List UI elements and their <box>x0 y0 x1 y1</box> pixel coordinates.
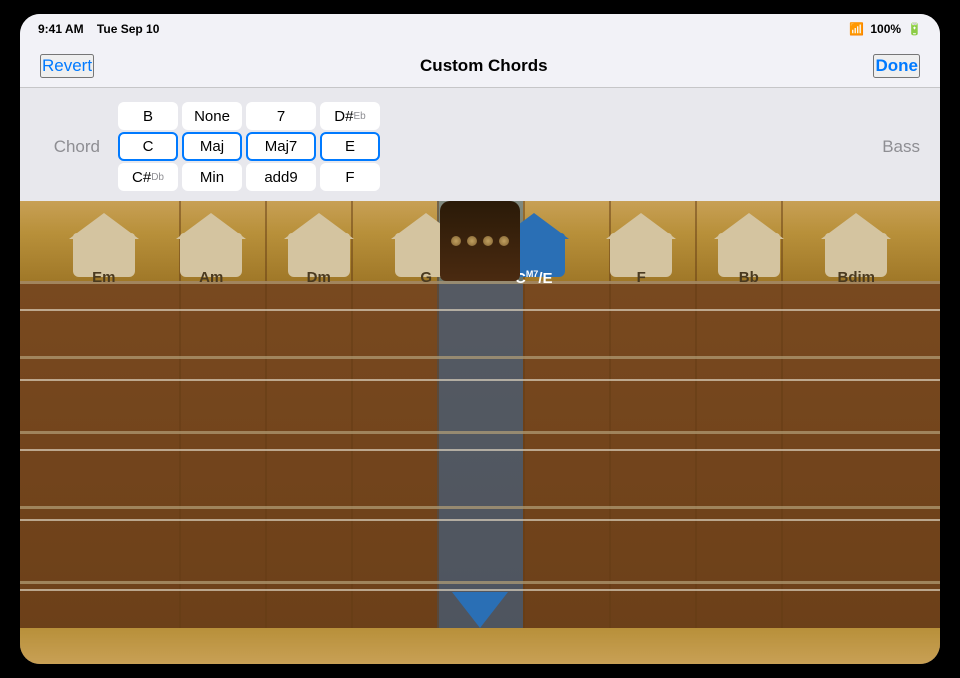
chord-btn-Am[interactable]: Am <box>176 213 246 287</box>
wifi-icon: 📶 <box>849 22 864 36</box>
chord-btn-Dm-label: Dm <box>307 269 331 286</box>
chord-picker: Chord B C C# Db None Maj Min 7 Maj7 add9 <box>20 88 940 201</box>
string-5 <box>20 589 940 591</box>
chord-btn-Bdim[interactable]: Bdim <box>821 213 891 287</box>
guitar-body: Em Am Dm G CM7/E <box>20 201 940 664</box>
chord-btn-Bb[interactable]: Bb <box>714 213 784 287</box>
picker-cell-Dsharp[interactable]: D# Eb <box>320 102 380 130</box>
chord-btn-F-label: F <box>637 269 646 286</box>
chord-btn-Em-label: Em <box>92 269 115 286</box>
chord-btn-Am-label: Am <box>199 269 223 286</box>
chord-btn-Em[interactable]: Em <box>69 213 139 287</box>
tuning-peg-4 <box>499 236 509 246</box>
fret-3 <box>20 506 940 509</box>
picker-col-extension: 7 Maj7 add9 <box>246 102 316 191</box>
string-2 <box>20 379 940 381</box>
fret-2 <box>20 431 940 434</box>
chord-btn-Dm[interactable]: Dm <box>284 213 354 287</box>
picker-cell-maj[interactable]: Maj <box>182 132 242 161</box>
chord-btn-Am-shape <box>176 213 246 277</box>
picker-cell-min[interactable]: Min <box>182 163 242 191</box>
status-time-date: 9:41 AM Tue Sep 10 <box>38 22 159 36</box>
bottom-nut <box>20 628 940 664</box>
status-date: Tue Sep 10 <box>97 22 159 36</box>
guitar-head-body <box>440 201 520 281</box>
bass-label: Bass <box>882 137 920 157</box>
chord-btn-Em-shape <box>69 213 139 277</box>
revert-button[interactable]: Revert <box>40 54 94 78</box>
chord-btn-CM7E-label: CM7/E <box>515 269 553 287</box>
status-time: 9:41 AM <box>38 22 84 36</box>
picker-cell-7[interactable]: 7 <box>246 102 316 130</box>
nav-bar: Revert Custom Chords Done <box>20 44 940 88</box>
picker-cell-B[interactable]: B <box>118 102 178 130</box>
chord-btn-Bb-label: Bb <box>739 269 759 286</box>
status-indicators: 📶 100% 🔋 <box>849 22 922 36</box>
guitar-head <box>440 201 520 281</box>
page-title: Custom Chords <box>420 56 548 76</box>
chord-label: Chord <box>40 137 100 157</box>
picker-col-root: B C C# Db <box>118 102 178 191</box>
tuning-peg-3 <box>483 236 493 246</box>
picker-cell-F[interactable]: F <box>320 163 380 191</box>
picker-col-quality: None Maj Min <box>182 102 242 191</box>
chord-btn-F[interactable]: F <box>606 213 676 287</box>
active-chord-pick <box>452 592 508 628</box>
picker-columns: B C C# Db None Maj Min 7 Maj7 add9 D# Eb… <box>118 102 870 191</box>
chord-btn-Bdim-label: Bdim <box>838 269 876 286</box>
status-bar: 9:41 AM Tue Sep 10 📶 100% 🔋 <box>20 14 940 44</box>
picker-cell-Csharp[interactable]: C# Db <box>118 163 178 191</box>
chord-btn-Dm-shape <box>284 213 354 277</box>
fret-4 <box>20 581 940 584</box>
string-1 <box>20 309 940 311</box>
done-button[interactable]: Done <box>873 54 920 78</box>
tuning-peg-1 <box>451 236 461 246</box>
picker-cell-none[interactable]: None <box>182 102 242 130</box>
battery-icon: 🔋 <box>907 22 922 36</box>
chord-btn-G-label: G <box>420 269 432 286</box>
string-4 <box>20 519 940 521</box>
fret-1 <box>20 356 940 359</box>
picker-cell-E[interactable]: E <box>320 132 380 161</box>
string-3 <box>20 449 940 451</box>
chord-btn-F-shape <box>606 213 676 277</box>
chord-btn-Bb-shape <box>714 213 784 277</box>
chord-btn-Bdim-shape <box>821 213 891 277</box>
picker-cell-maj7[interactable]: Maj7 <box>246 132 316 161</box>
tuning-peg-2 <box>467 236 477 246</box>
picker-cell-add9[interactable]: add9 <box>246 163 316 191</box>
battery-indicator: 100% <box>870 22 901 36</box>
picker-cell-C[interactable]: C <box>118 132 178 161</box>
picker-col-bass-note: D# Eb E F <box>320 102 380 191</box>
